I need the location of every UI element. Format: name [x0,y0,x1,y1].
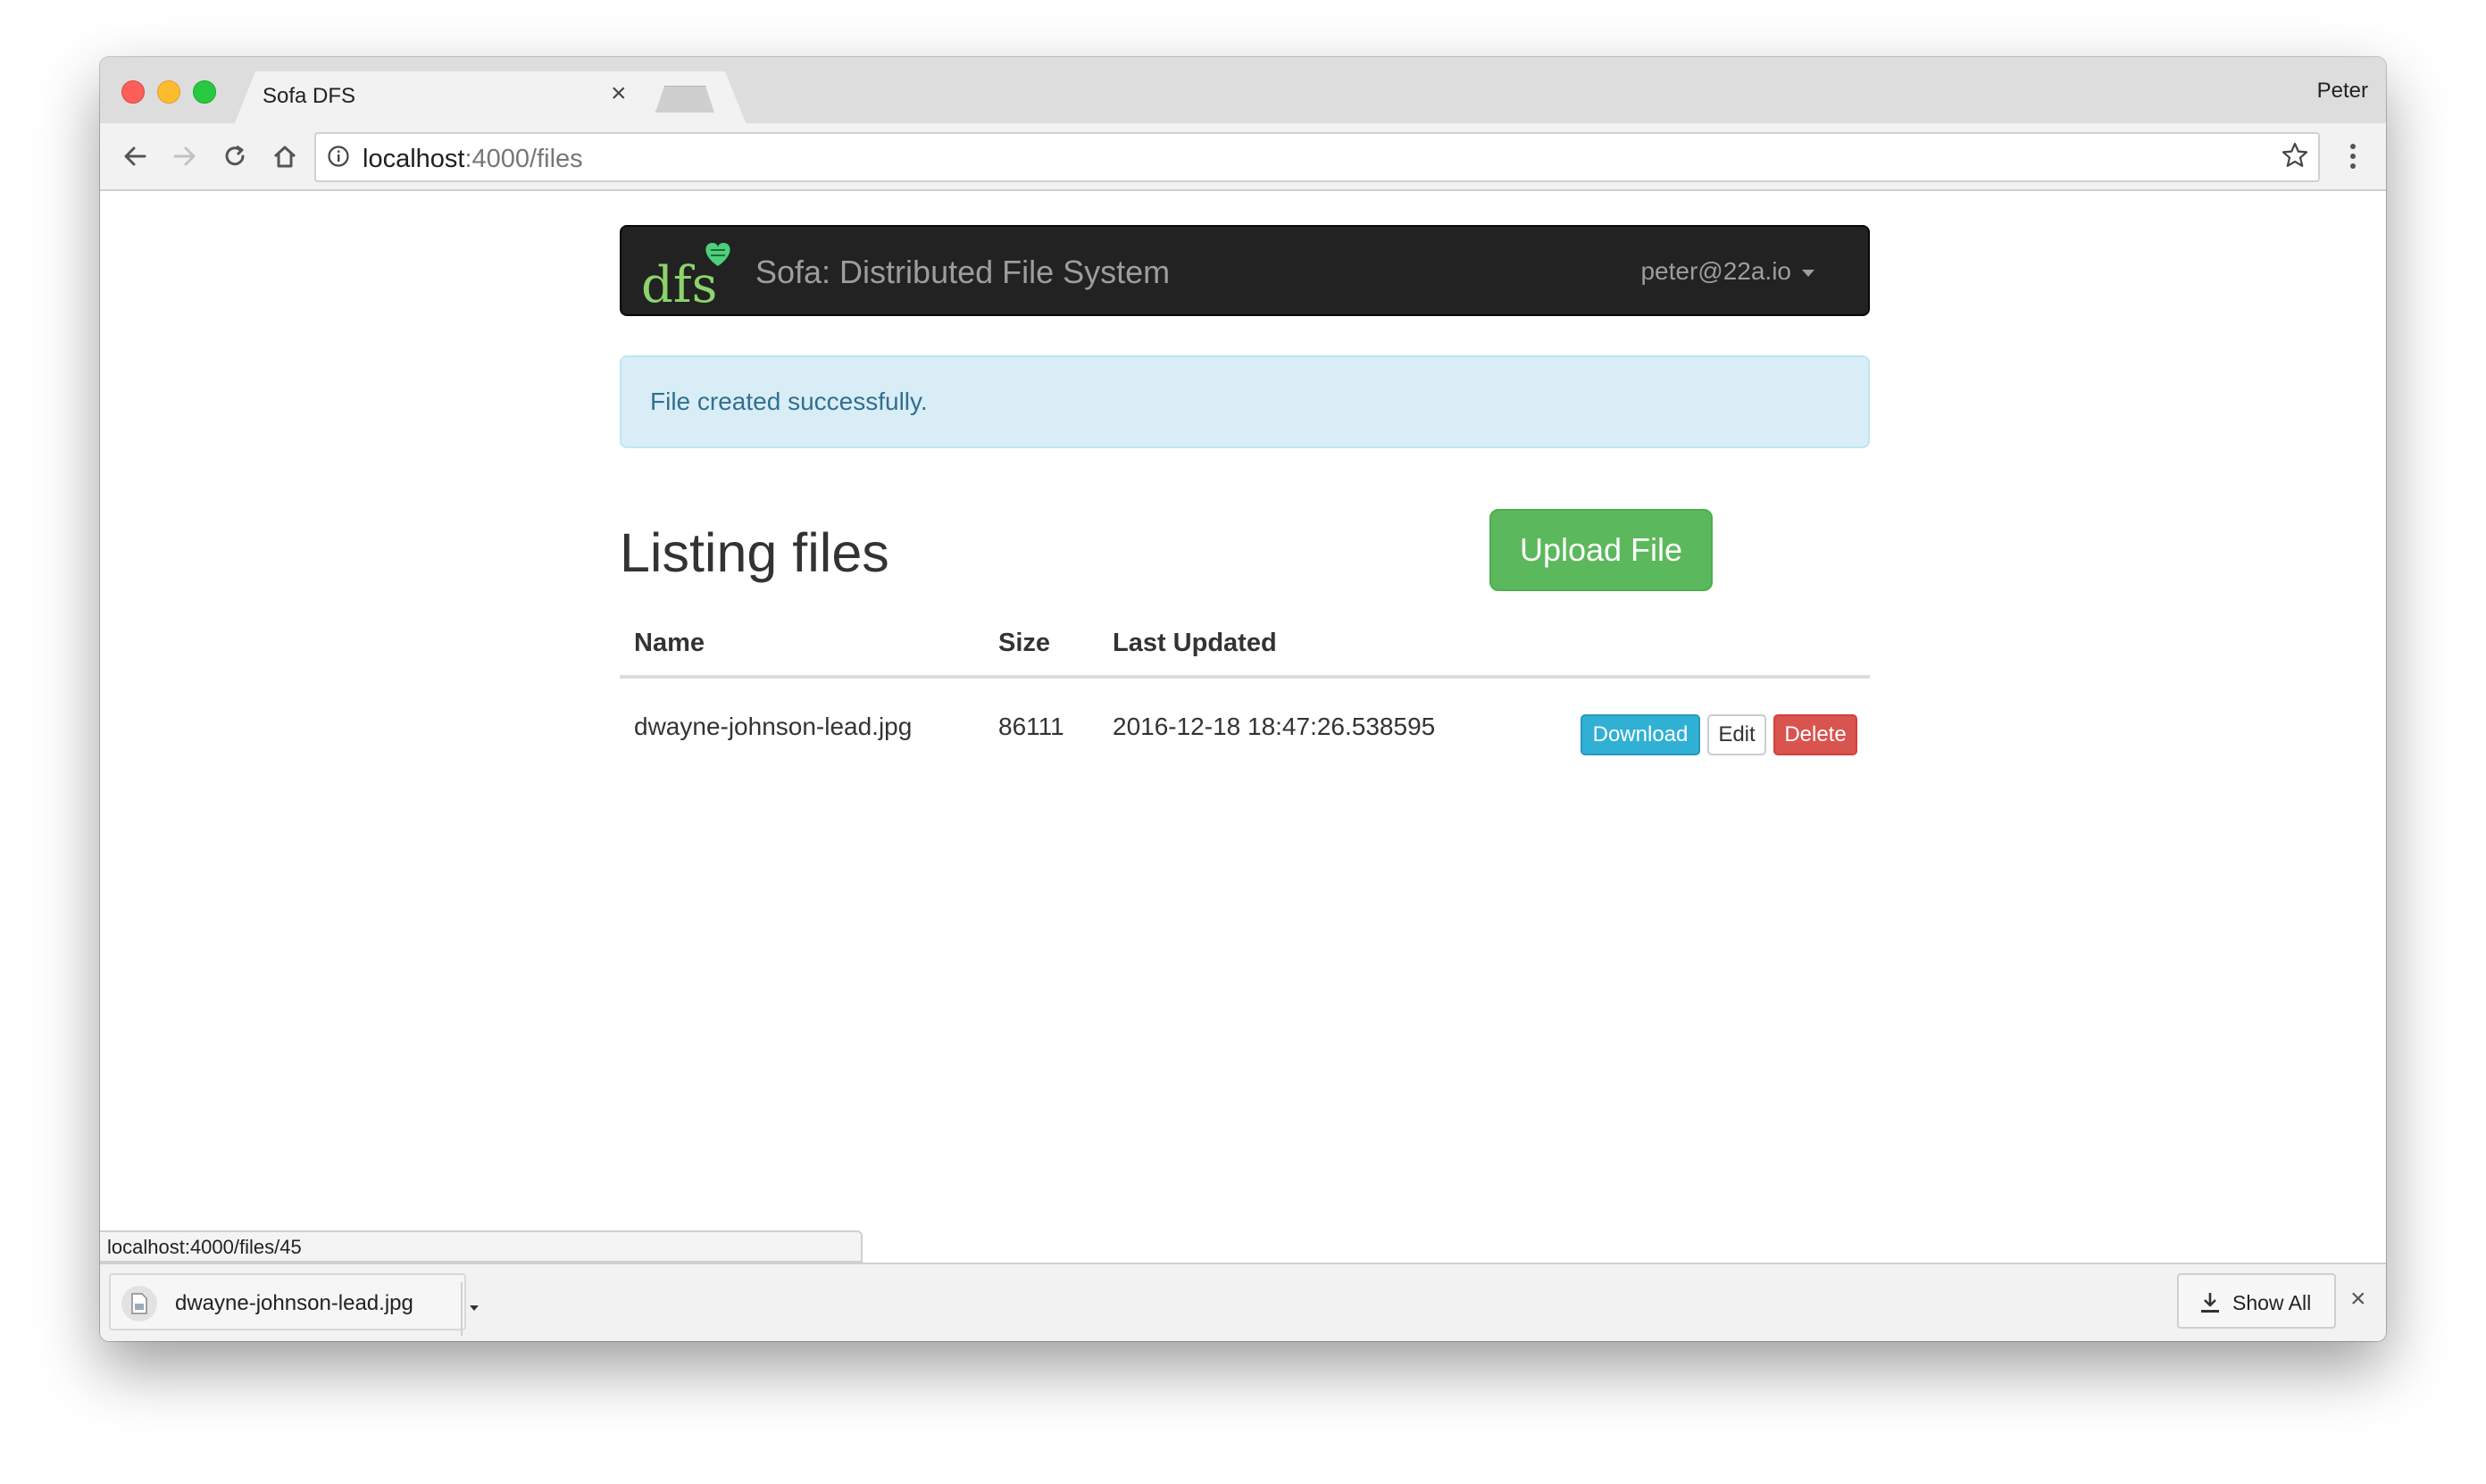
back-arrow-icon[interactable] [116,138,154,175]
download-item[interactable]: dwayne-johnson-lead.jpg [109,1273,479,1336]
show-all-label: Show All [2232,1291,2312,1314]
download-options-chevron-icon[interactable] [470,1305,479,1311]
tab-title[interactable]: Sofa DFS [263,84,355,109]
browser-menu-icon[interactable] [2340,138,2366,175]
status-url-bubble: localhost:4000/files/45 [100,1230,863,1263]
window-minimize-button[interactable] [157,80,180,104]
bookmark-star-icon[interactable] [2281,141,2309,174]
browser-window: Sofa DFS × Peter localhost:4000/files df… [100,57,2386,1341]
page-content: dfs Sofa: Distributed File System peter@… [100,191,2386,1316]
column-header-name: Name [634,629,705,657]
delete-button[interactable]: Delete [1773,714,1857,755]
window-maximize-button[interactable] [193,80,216,104]
page-title: Listing files [620,522,889,583]
show-all-downloads-button[interactable]: Show All [2177,1273,2336,1329]
url-path: :4000/files [464,145,583,173]
table-header-divider [620,675,1870,679]
file-name-cell: dwayne-johnson-lead.jpg [634,713,913,740]
window-close-button[interactable] [121,80,145,104]
forward-arrow-icon[interactable] [166,138,204,175]
file-icon [121,1286,157,1321]
tab-close-icon[interactable]: × [611,80,627,107]
logo-text: dfs [641,256,717,311]
user-email: peter@22a.io [1640,257,1791,285]
url-text[interactable]: localhost:4000/files [363,145,583,174]
alert-message: File created successfully. [650,388,928,415]
download-item-divider [461,1282,463,1336]
chevron-down-icon [1802,269,1814,277]
close-shelf-icon[interactable]: × [2350,1286,2366,1313]
profile-name[interactable]: Peter [2317,79,2368,104]
download-shelf: dwayne-johnson-lead.jpg Show All × [100,1263,2386,1341]
site-info-icon[interactable] [327,145,350,172]
brand-title[interactable]: Sofa: Distributed File System [755,254,1170,291]
tab-strip: Sofa DFS × Peter [100,57,2386,125]
app-navbar: dfs Sofa: Distributed File System peter@… [620,225,1870,316]
download-arrow-icon [2198,1291,2222,1319]
success-alert: File created successfully. [620,355,1870,448]
reload-icon[interactable] [216,138,254,175]
address-bar[interactable]: localhost:4000/files [314,132,2320,182]
user-menu-dropdown[interactable]: peter@22a.io [1640,257,1814,286]
url-host: localhost [363,145,465,173]
upload-file-button[interactable]: Upload File [1489,509,1713,591]
edit-button[interactable]: Edit [1707,714,1766,755]
home-icon[interactable] [266,138,304,175]
column-header-size: Size [998,629,1051,657]
file-size-cell: 86111 [998,713,1064,740]
dfs-logo[interactable]: dfs [638,236,736,314]
browser-toolbar: localhost:4000/files [100,123,2386,191]
column-header-last-updated: Last Updated [1113,629,1277,657]
download-button[interactable]: Download [1581,714,1700,755]
last-updated-cell: 2016-12-18 18:47:26.538595 [1113,713,1436,740]
download-file-name: dwayne-johnson-lead.jpg [175,1291,413,1315]
